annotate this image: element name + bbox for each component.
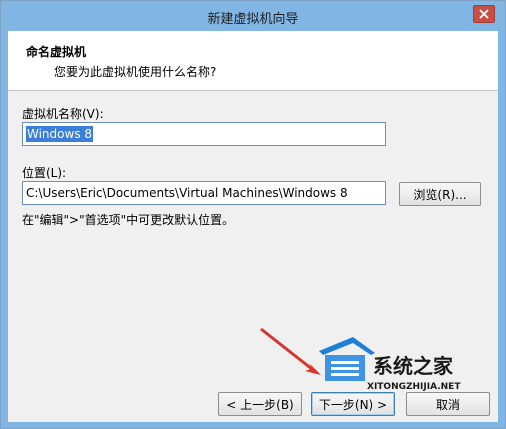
step-title: 命名虚拟机 bbox=[26, 45, 87, 59]
step-subtitle: 您要为此虚拟机使用什么名称? bbox=[54, 65, 217, 79]
title-bar[interactable]: 新建虚拟机向导 bbox=[1, 1, 505, 31]
wizard-header: 命名虚拟机 您要为此虚拟机使用什么名称? bbox=[8, 31, 498, 91]
browse-button[interactable]: 浏览(R)... bbox=[399, 182, 481, 206]
location-label: 位置(L): bbox=[22, 166, 67, 180]
vm-name-input[interactable]: Windows 8 bbox=[22, 122, 386, 146]
close-button[interactable] bbox=[473, 5, 495, 23]
location-value: C:\Users\Eric\Documents\Virtual Machines… bbox=[26, 186, 348, 200]
vm-name-value: Windows 8 bbox=[26, 126, 94, 142]
vm-name-label: 虚拟机名称(V): bbox=[22, 107, 104, 121]
window-frame-left bbox=[1, 31, 8, 428]
watermark-url: XITONGZHIJIA.NET bbox=[367, 382, 461, 392]
window-frame-right bbox=[498, 31, 505, 428]
wizard-window: 新建虚拟机向导 命名虚拟机 您要为此虚拟机使用什么名称? 虚拟机名称(V): W… bbox=[0, 0, 506, 429]
location-input[interactable]: C:\Users\Eric\Documents\Virtual Machines… bbox=[22, 181, 386, 205]
watermark-logo: 系统之家 XITONGZHIJIA.NET bbox=[260, 327, 461, 392]
window-frame-bottom bbox=[1, 422, 505, 428]
location-hint: 在"编辑">"首选项"中可更改默认位置。 bbox=[22, 213, 235, 227]
close-icon bbox=[479, 9, 489, 19]
window-title: 新建虚拟机向导 bbox=[207, 12, 299, 27]
watermark-brand: 系统之家 bbox=[373, 354, 454, 378]
house-icon bbox=[319, 337, 375, 355]
